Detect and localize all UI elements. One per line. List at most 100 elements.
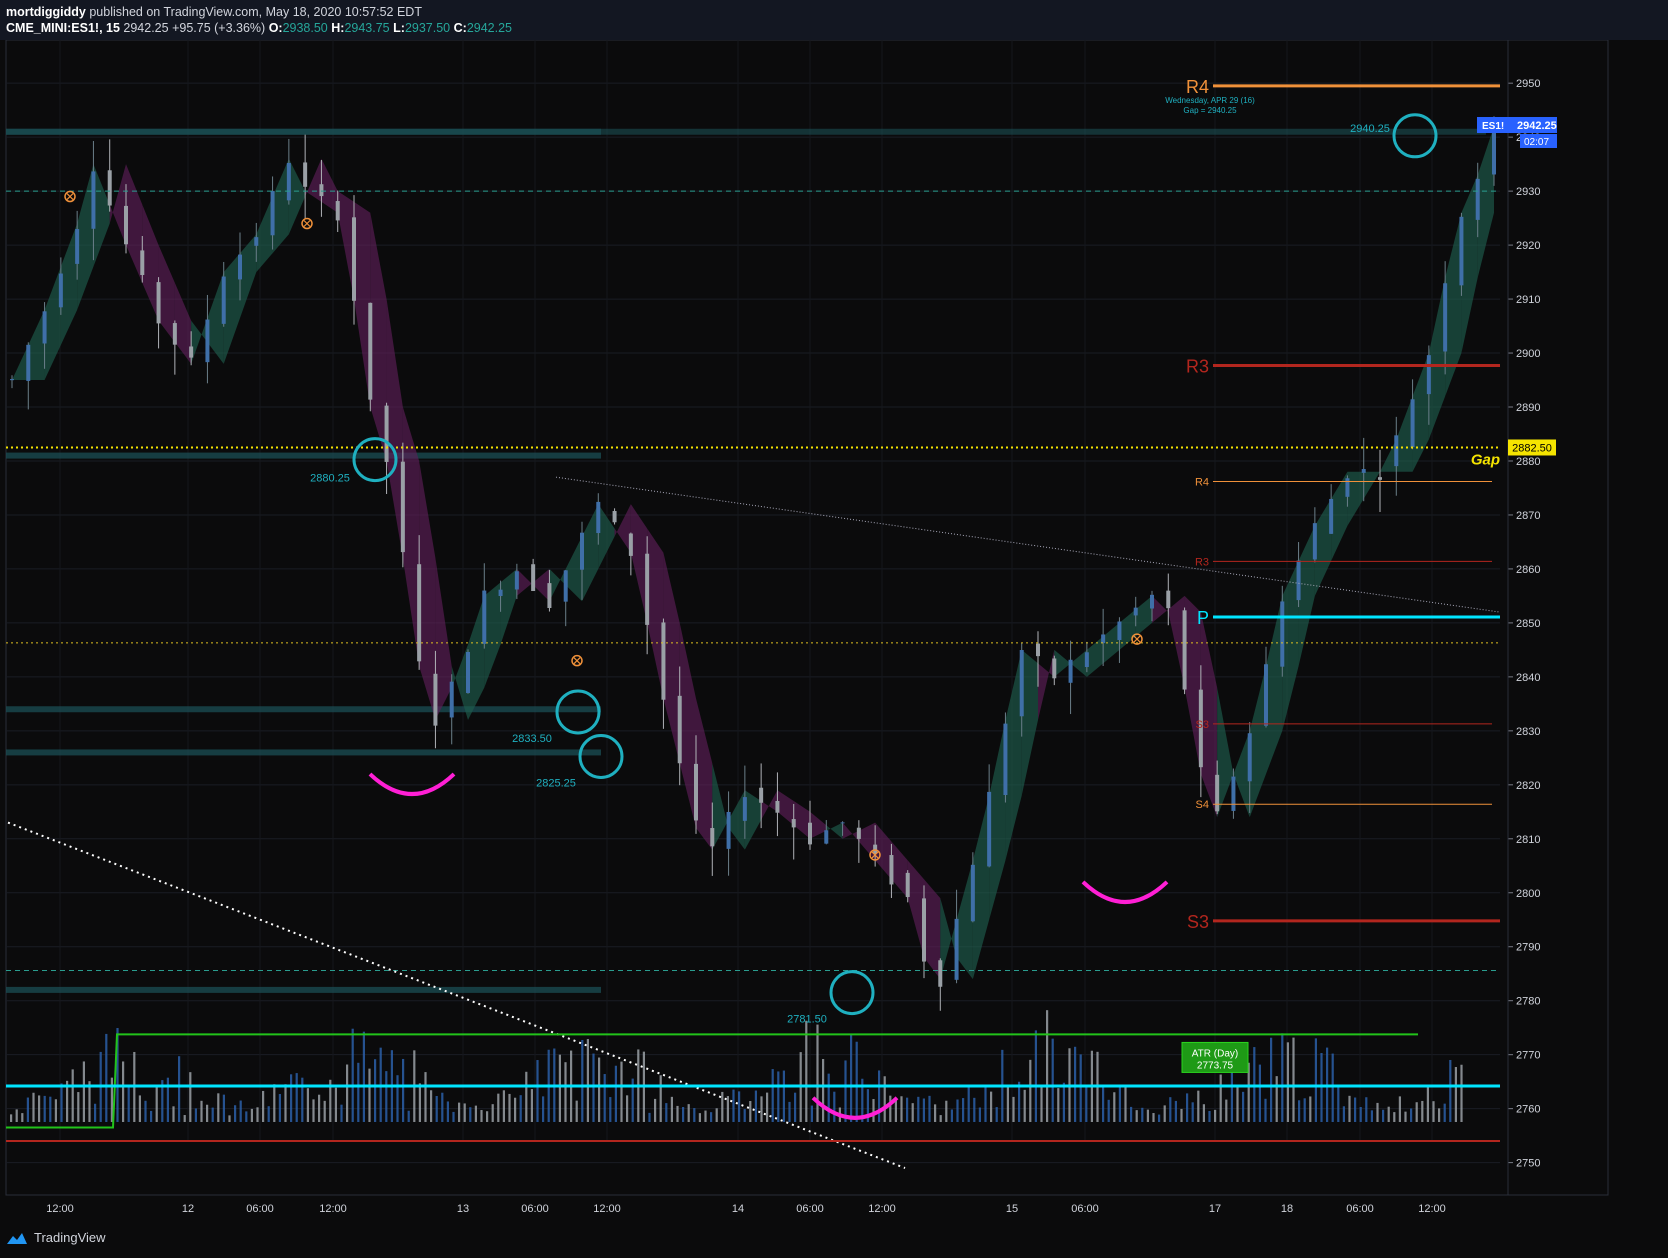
volume-bar	[726, 1096, 729, 1122]
volume-bar	[990, 1091, 993, 1122]
volume-bar	[290, 1074, 293, 1122]
volume-bar	[1415, 1102, 1418, 1122]
volume-bar	[497, 1093, 500, 1122]
volume-bar	[1236, 1087, 1239, 1122]
volume-bar	[945, 1100, 948, 1122]
candle-body	[140, 250, 145, 276]
volume-bar	[306, 1088, 309, 1122]
volume-bar	[721, 1091, 724, 1122]
volume-bar	[340, 1104, 343, 1122]
volume-bar	[183, 1115, 186, 1122]
candle-body	[1361, 469, 1366, 473]
candle-body	[547, 583, 552, 609]
volume-bar	[491, 1104, 494, 1122]
volume-bar	[278, 1094, 281, 1122]
candle-body	[1101, 634, 1106, 644]
candle-body	[1329, 498, 1334, 534]
volume-bar	[1432, 1101, 1435, 1122]
volume-bar	[144, 1100, 147, 1122]
volume-bar	[788, 1101, 791, 1122]
volume-bar	[262, 1090, 265, 1122]
time-tick-label: 12:00	[1418, 1203, 1446, 1215]
candle-body	[514, 571, 519, 590]
volume-bar	[1135, 1110, 1138, 1122]
price-chart[interactable]: R4 R3 P S3 R4 R3 S3 S4 Gap 2880.25 2833.50 2825.25…	[0, 0, 1668, 1258]
price-tick-label: 2790	[1516, 942, 1540, 954]
price-tick-label: 2810	[1516, 834, 1540, 846]
author-name[interactable]: mortdiggiddy	[6, 5, 86, 19]
candle-body	[238, 254, 242, 280]
level-label: R3	[1195, 556, 1209, 568]
volume-bar	[301, 1077, 304, 1122]
volume-bar	[1012, 1096, 1015, 1122]
symbol-name[interactable]: CME_MINI:ES1!, 15	[6, 21, 120, 35]
time-tick-label: 12:00	[319, 1203, 347, 1215]
volume-bar	[486, 1111, 489, 1122]
volume-bar	[710, 1112, 713, 1122]
time-tick-label: 12	[182, 1203, 194, 1215]
price-tick-label: 2760	[1516, 1104, 1540, 1116]
volume-bar	[435, 1095, 438, 1122]
footer-brand[interactable]: TradingView	[34, 1230, 106, 1245]
volume-bar	[1393, 1112, 1396, 1122]
volume-bar	[1449, 1059, 1452, 1122]
low-label: L:	[393, 21, 405, 35]
volume-bar	[1292, 1037, 1295, 1122]
level-zone	[6, 986, 601, 993]
volume-bar	[1258, 1064, 1261, 1122]
volume-bar	[446, 1101, 449, 1122]
volume-bar	[1225, 1099, 1228, 1122]
candle-body	[1410, 399, 1415, 448]
candle-body	[1084, 652, 1089, 668]
volume-bar	[581, 1039, 584, 1122]
volume-bar	[1180, 1108, 1183, 1122]
time-tick-label: 06:00	[246, 1203, 274, 1215]
volume-bar	[463, 1103, 466, 1122]
price-tick-label: 2870	[1516, 510, 1540, 522]
volume-bar	[1298, 1100, 1301, 1122]
candle-body	[42, 311, 47, 344]
low-value: 2937.50	[404, 21, 451, 35]
volume-bar	[346, 1064, 349, 1122]
high-value: 2943.75	[344, 21, 390, 35]
candle-body	[498, 589, 503, 597]
volume-bar	[200, 1100, 203, 1122]
volume-bar	[1275, 1076, 1278, 1122]
volume-bar	[1034, 1030, 1037, 1122]
price-tick-label: 2920	[1516, 240, 1540, 252]
volume-bar	[648, 1112, 651, 1122]
volume-bar	[754, 1090, 757, 1122]
volume-bar	[542, 1096, 545, 1122]
volume-bar	[122, 1061, 125, 1122]
candle-body	[889, 855, 894, 885]
volume-bar	[312, 1099, 315, 1122]
price-tick-label: 2930	[1516, 186, 1540, 198]
candle-body	[1231, 776, 1236, 811]
volume-bar	[474, 1105, 477, 1122]
candle-body	[466, 651, 470, 694]
volume-bar	[939, 1115, 942, 1122]
volume-bar	[883, 1076, 886, 1122]
volume-bar	[1074, 1046, 1077, 1122]
candle-body	[1475, 178, 1480, 220]
volume-bar	[1062, 1082, 1065, 1122]
volume-bar	[1242, 1091, 1245, 1122]
volume-bar	[676, 1105, 679, 1122]
candle-body	[303, 162, 308, 187]
volume-bar	[1309, 1096, 1312, 1122]
circle-price-label: 2880.25	[310, 473, 350, 485]
volume-bar	[1410, 1108, 1413, 1122]
symbol-line: CME_MINI:ES1!, 15 2942.25 +95.75 (+3.36%…	[6, 21, 512, 35]
volume-bar	[603, 1074, 606, 1122]
time-tick-label: 06:00	[1346, 1203, 1374, 1215]
volume-bar	[357, 1062, 360, 1122]
candle-body	[742, 797, 747, 821]
level-label: P	[1197, 608, 1209, 628]
badge-symbol: ES1!	[1482, 121, 1504, 132]
volume-bar	[1443, 1103, 1446, 1122]
volume-bar	[1331, 1053, 1334, 1122]
volume-bar	[1163, 1105, 1166, 1122]
volume-bar	[105, 1033, 108, 1122]
volume-bar	[71, 1069, 74, 1122]
candle-body	[596, 501, 601, 534]
